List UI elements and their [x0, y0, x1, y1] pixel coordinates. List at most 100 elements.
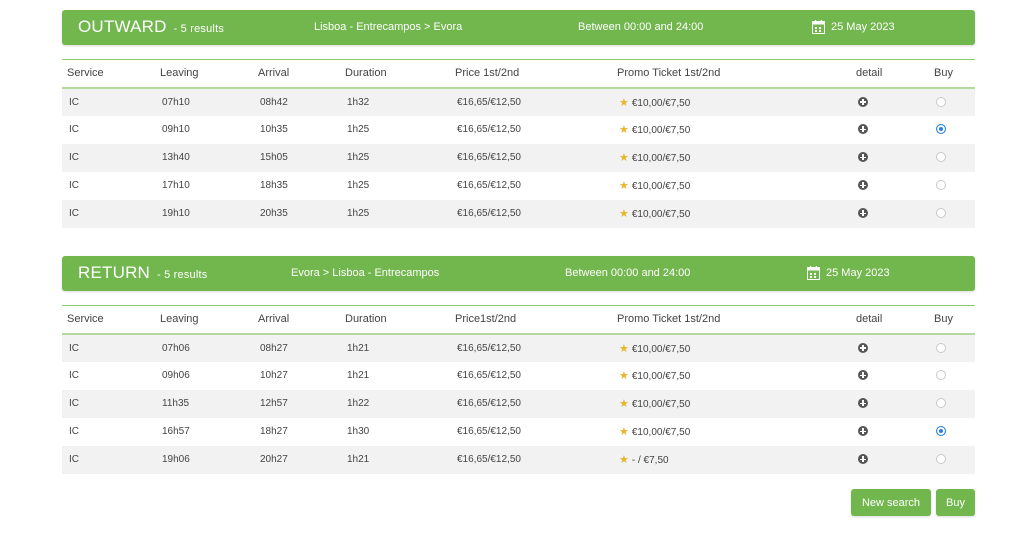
buy-radio[interactable]	[936, 124, 946, 135]
col-header-service: Service	[67, 67, 104, 80]
promo-text: €10,00/€7,50	[631, 371, 691, 382]
table-row[interactable]: IC 07h06 08h27 1h21 €16,65/€12,50 ★ €10,0…	[62, 333, 975, 362]
price-cell: €16,65/€12,50	[457, 342, 521, 354]
col-header-buy: Buy	[934, 313, 953, 326]
arrival-cell: 10h27	[260, 370, 288, 381]
buy-radio[interactable]	[936, 152, 946, 163]
return-section: RETURN - 5 results Evora > Lisboa - Entr…	[62, 256, 975, 474]
buy-radio[interactable]	[936, 370, 946, 381]
plus-circle-icon[interactable]	[858, 454, 868, 465]
star-icon: ★	[619, 96, 629, 109]
duration-cell: 1h21	[347, 342, 370, 354]
star-icon: ★	[619, 454, 629, 466]
star-icon: ★	[619, 370, 629, 382]
plus-circle-icon[interactable]	[858, 342, 868, 353]
leaving-cell: 09h10	[162, 124, 190, 135]
return-time-range: Between 00:00 and 24:00	[565, 267, 691, 279]
leaving-cell: 09h06	[162, 370, 190, 381]
table-row[interactable]: IC 11h35 12h57 1h22 €16,65/€12,50 ★ €10,0…	[62, 389, 975, 418]
col-header-buy: Buy	[934, 67, 953, 80]
calendar-icon	[812, 20, 825, 34]
plus-circle-icon[interactable]	[858, 370, 868, 381]
service-cell: IC	[69, 342, 79, 354]
outward-table: Service Leaving Arrival Duration Price 1…	[62, 59, 975, 228]
outward-date: 25 May 2023	[812, 20, 895, 34]
outward-section: OUTWARD - 5 results Lisboa - Entrecampos…	[62, 10, 975, 228]
leaving-cell: 16h57	[162, 426, 190, 437]
detail-cell	[851, 362, 929, 390]
service-cell: IC	[69, 454, 79, 465]
calendar-icon	[807, 266, 820, 280]
col-header-promo: Promo Ticket 1st/2nd	[617, 67, 721, 80]
buy-radio[interactable]	[936, 454, 946, 465]
leaving-cell: 11h35	[162, 398, 190, 409]
plus-circle-icon[interactable]	[858, 124, 868, 135]
table-row[interactable]: IC 16h57 18h27 1h30 €16,65/€12,50 ★ €10,0…	[62, 417, 975, 446]
outward-date-text: 25 May 2023	[831, 21, 895, 33]
promo-cell: ★ €10,00/€7,50	[612, 200, 851, 228]
star-icon: ★	[619, 180, 629, 192]
return-date: 25 May 2023	[807, 266, 890, 280]
buy-cell	[929, 446, 975, 474]
buy-radio[interactable]	[936, 208, 946, 219]
table-row[interactable]: IC 09h06 10h27 1h21 €16,65/€12,50 ★ €10,0…	[62, 361, 975, 390]
duration-cell: 1h21	[347, 370, 370, 381]
star-icon: ★	[619, 124, 629, 136]
buy-button[interactable]: Buy	[936, 489, 975, 516]
return-results-count: - 5 results	[156, 269, 208, 281]
leaving-cell: 17h10	[162, 180, 190, 191]
detail-cell	[851, 200, 929, 228]
star-icon: ★	[619, 152, 629, 164]
return-date-text: 25 May 2023	[826, 267, 890, 279]
leaving-cell: 07h06	[162, 342, 190, 354]
plus-circle-icon[interactable]	[858, 180, 868, 191]
buy-radio[interactable]	[936, 342, 946, 353]
arrival-cell: 20h35	[260, 208, 288, 219]
promo-cell: ★ €10,00/€7,50	[612, 88, 851, 116]
table-row[interactable]: IC 13h40 15h05 1h25 €16,65/€12,50 ★ €10,0…	[62, 143, 975, 172]
star-icon: ★	[619, 208, 629, 220]
table-row[interactable]: IC 09h10 10h35 1h25 €16,65/€12,50 ★ €10,0…	[62, 115, 975, 144]
leaving-cell: 19h10	[162, 208, 190, 219]
plus-circle-icon[interactable]	[858, 398, 868, 409]
new-search-button[interactable]: New search	[851, 489, 931, 516]
duration-cell: 1h25	[347, 208, 370, 219]
table-row[interactable]: IC 19h10 20h35 1h25 €16,65/€12,50 ★ €10,0…	[62, 199, 975, 228]
plus-circle-icon[interactable]	[858, 208, 868, 219]
buy-cell	[929, 144, 975, 172]
table-row[interactable]: IC 19h06 20h27 1h21 €16,65/€12,50 ★ - / €…	[62, 445, 975, 474]
arrival-cell: 20h27	[260, 454, 288, 465]
buy-cell	[929, 116, 975, 144]
service-cell: IC	[69, 124, 79, 135]
price-cell: €16,65/€12,50	[457, 96, 521, 108]
promo-text: - / €7,50	[631, 455, 669, 466]
service-cell: IC	[69, 96, 79, 108]
service-cell: IC	[69, 208, 79, 219]
leaving-cell: 19h06	[162, 454, 190, 465]
plus-circle-icon[interactable]	[858, 152, 868, 163]
promo-text: €10,00/€7,50	[631, 209, 691, 220]
price-cell: €16,65/€12,50	[457, 152, 521, 163]
star-icon: ★	[619, 426, 629, 438]
duration-cell: 1h22	[347, 398, 370, 409]
promo-cell: ★ €10,00/€7,50	[612, 334, 851, 362]
promo-cell: ★ - / €7,50	[612, 446, 851, 474]
arrival-cell: 12h57	[260, 398, 288, 409]
plus-circle-icon[interactable]	[858, 96, 868, 107]
buy-radio[interactable]	[936, 180, 946, 191]
buy-radio[interactable]	[936, 426, 946, 437]
col-header-promo: Promo Ticket 1st/2nd	[617, 313, 721, 326]
outward-results-count: - 5 results	[173, 23, 225, 35]
buy-radio[interactable]	[936, 96, 946, 107]
arrival-cell: 18h35	[260, 180, 288, 191]
table-row[interactable]: IC 07h10 08h42 1h32 €16,65/€12,50 ★ €10,0…	[62, 87, 975, 116]
buy-radio[interactable]	[936, 398, 946, 409]
plus-circle-icon[interactable]	[858, 426, 868, 437]
col-header-detail: detail	[856, 67, 883, 80]
promo-cell: ★ €10,00/€7,50	[612, 116, 851, 144]
buy-cell	[929, 200, 975, 228]
detail-cell	[851, 446, 929, 474]
col-header-arrival: Arrival	[258, 313, 290, 326]
outward-title: OUTWARD - 5 results	[78, 17, 224, 37]
table-row[interactable]: IC 17h10 18h35 1h25 €16,65/€12,50 ★ €10,0…	[62, 171, 975, 200]
